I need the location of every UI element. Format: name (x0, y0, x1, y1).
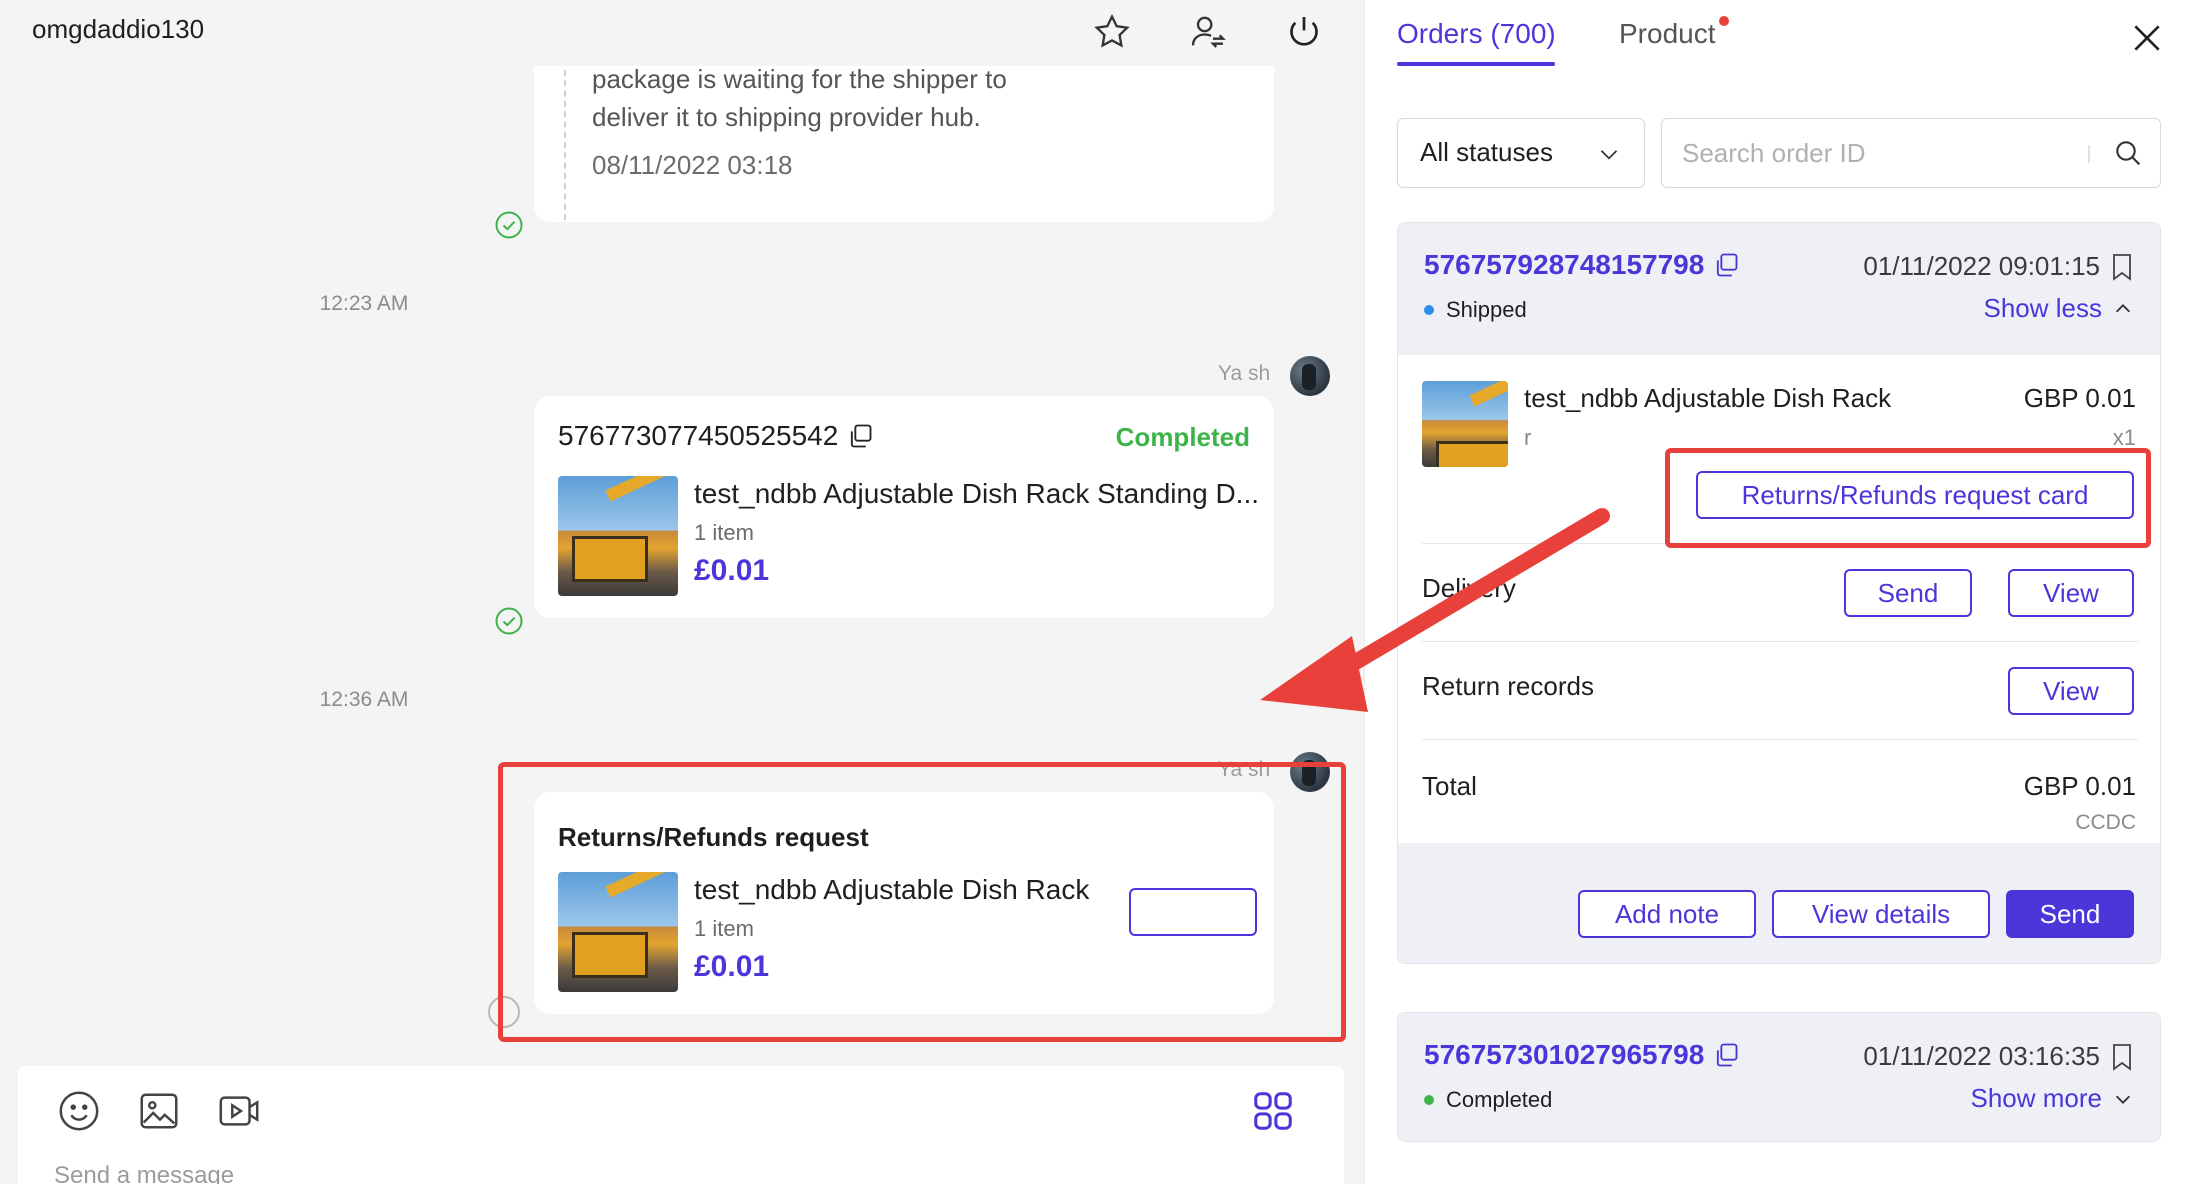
total-value: GBP 0.01 (2023, 771, 2136, 801)
chat-username: omgdaddio130 (32, 14, 205, 44)
message-input[interactable]: Send a message (54, 1162, 234, 1184)
total-label: Total (1422, 771, 1477, 801)
order-message-card[interactable]: 576773077450525542 Completed test_ndbb A… (534, 396, 1274, 618)
tracking-timeline (564, 70, 566, 220)
order-id-text: 576773077450525542 (558, 420, 839, 451)
order-message-id: 576773077450525542 (558, 420, 874, 452)
item-variant: r (1524, 425, 1532, 450)
status-filter-select[interactable]: All statuses (1397, 118, 1645, 188)
user-transfer-icon[interactable] (1186, 10, 1230, 54)
tab-orders[interactable]: Orders (700) (1397, 18, 1556, 50)
view-details-button[interactable]: View details (1772, 890, 1990, 938)
tracking-time: 08/11/2022 03:18 (592, 150, 793, 180)
status-dot (1424, 305, 1434, 315)
order-status: Completed (1424, 1087, 1552, 1113)
active-tab-indicator (1397, 62, 1555, 66)
message-composer: Send a message (18, 1066, 1344, 1184)
show-less-toggle[interactable]: Show less (1984, 293, 2135, 324)
image-icon[interactable] (136, 1088, 182, 1134)
status-dot (1424, 1095, 1434, 1105)
bookmark-icon[interactable] (2110, 253, 2134, 281)
annotation-arrow (1260, 508, 1610, 712)
product-image (1422, 381, 1508, 467)
chevron-up-icon (2115, 303, 2131, 312)
product-image (558, 476, 678, 596)
search-icon[interactable] (2112, 137, 2144, 169)
star-icon[interactable] (1090, 10, 1134, 54)
video-icon[interactable] (216, 1088, 262, 1134)
tracking-text-line2: deliver it to shipping provider hub. (592, 102, 981, 132)
chat-header: omgdaddio130 (0, 0, 1364, 66)
order-search (1661, 118, 2161, 188)
product-price: £0.01 (694, 554, 770, 587)
order-id-text: 576757928748157798 (1424, 249, 1705, 280)
close-icon[interactable] (2127, 18, 2167, 58)
delivered-check-icon (495, 607, 523, 635)
product-qty: 1 item (694, 520, 754, 545)
emoji-icon[interactable] (56, 1088, 102, 1134)
product-name: test_ndbb Adjustable Dish Rack Standing … (694, 478, 1260, 509)
chevron-down-icon (2115, 1095, 2131, 1104)
total-payment-method: CCDC (2075, 811, 2136, 834)
order-card-id[interactable]: 576757301027965798 (1424, 1039, 1740, 1071)
return-records-view-button[interactable]: View (2008, 667, 2134, 715)
status-filter-value: All statuses (1420, 137, 1553, 167)
chevron-down-icon (1600, 150, 1618, 160)
send-button[interactable]: Send (2006, 890, 2134, 938)
avatar (1290, 356, 1330, 396)
chat-panel: package is waiting for the shipper to de… (0, 0, 1364, 1184)
order-card-header: 576757301027965798 01/11/2022 03:16:35 C… (1398, 1013, 2160, 1141)
order-id-text: 576757301027965798 (1424, 1039, 1705, 1070)
bookmark-icon[interactable] (2110, 1043, 2134, 1071)
sender-name: Ya sh (1218, 362, 1271, 385)
order-status: Completed (1115, 422, 1250, 452)
toggle-label: Show more (1970, 1083, 2103, 1113)
item-name: test_ndbb Adjustable Dish Rack (1524, 383, 1892, 413)
annotation-frame (1665, 448, 2151, 548)
order-card-id[interactable]: 576757928748157798 (1424, 249, 1740, 281)
toggle-label: Show less (1983, 293, 2103, 323)
power-icon[interactable] (1282, 10, 1326, 54)
order-date: 01/11/2022 03:16:35 (1863, 1041, 2100, 1071)
copy-icon[interactable] (1712, 251, 1740, 279)
status-text: Completed (1446, 1087, 1553, 1112)
delivery-send-button[interactable]: Send (1844, 569, 1972, 617)
search-divider (2088, 145, 2090, 163)
add-note-button[interactable]: Add note (1578, 890, 1756, 938)
order-status: Shipped (1424, 297, 1527, 323)
delivered-check-icon (495, 211, 523, 239)
divider (1422, 739, 2138, 740)
order-date: 01/11/2022 09:01:15 (1863, 251, 2100, 281)
show-more-toggle[interactable]: Show more (1971, 1083, 2135, 1114)
add-note-button-hidden (1129, 888, 1257, 936)
tab-product[interactable]: Product (1619, 18, 1716, 50)
copy-icon[interactable] (846, 422, 874, 450)
apps-grid-icon[interactable] (1250, 1088, 1296, 1134)
copy-icon[interactable] (1712, 1041, 1740, 1069)
delivery-view-button[interactable]: View (2008, 569, 2134, 617)
search-input[interactable] (1682, 133, 2082, 173)
time-separator: 12:36 AM (319, 688, 409, 711)
time-separator: 12:23 AM (319, 292, 409, 315)
notification-dot (1719, 16, 1729, 26)
status-text: Shipped (1446, 297, 1527, 322)
order-card-header: 576757928748157798 01/11/2022 09:01:15 S… (1398, 223, 2160, 355)
tracking-text-line1: package is waiting for the shipper to (592, 64, 1007, 94)
item-price: GBP 0.01 (2023, 383, 2136, 413)
order-card: 576757301027965798 01/11/2022 03:16:35 C… (1397, 1012, 2161, 1142)
